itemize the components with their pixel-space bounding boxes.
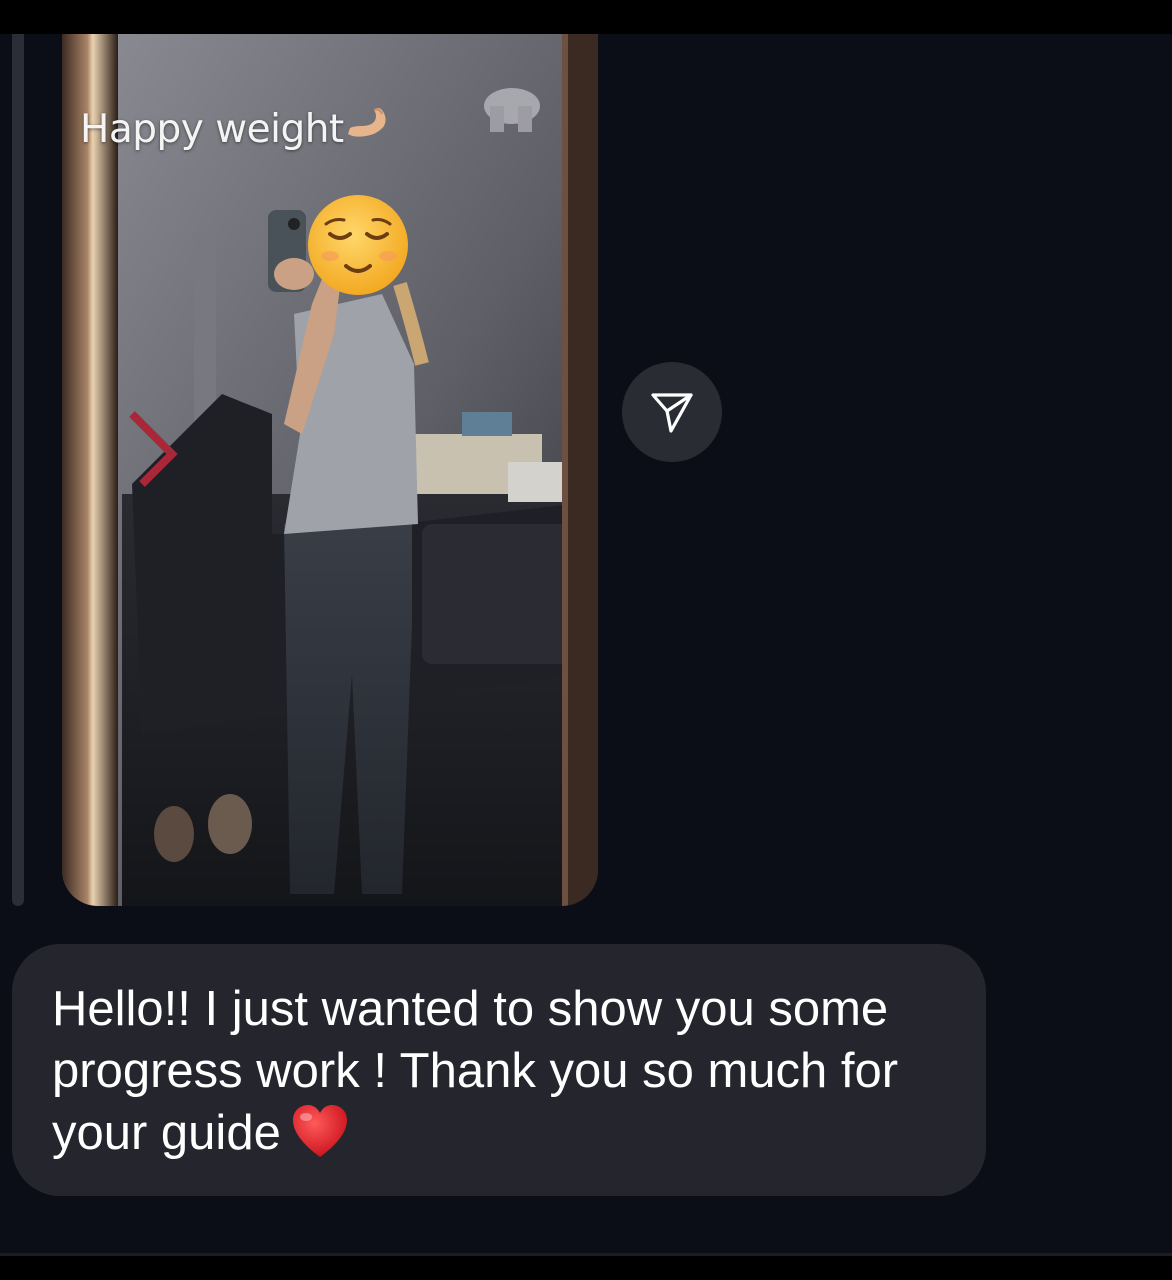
message-bubble[interactable]: Hello!! I just wanted to show you some p… xyxy=(12,944,986,1196)
chat-screen: Happy weight Hello!! I just wanted to sh… xyxy=(0,0,1172,1280)
story-reply-card[interactable]: Happy weight xyxy=(62,34,598,906)
paper-plane-icon xyxy=(651,393,693,433)
story-reply-indicator-line xyxy=(12,34,24,906)
story-caption: Happy weight xyxy=(80,104,390,152)
share-button[interactable] xyxy=(622,362,722,462)
red-heart-icon xyxy=(291,1103,349,1176)
message-text-block: Hello!! I just wanted to show you some p… xyxy=(52,978,946,1176)
bottom-bar xyxy=(0,1256,1172,1280)
message-text: Hello!! I just wanted to show you some p… xyxy=(52,982,899,1160)
top-bar xyxy=(0,0,1172,34)
story-photo xyxy=(62,34,598,906)
relieved-face-icon xyxy=(308,195,408,295)
flexed-biceps-icon xyxy=(344,104,390,144)
story-caption-text: Happy weight xyxy=(80,107,344,152)
